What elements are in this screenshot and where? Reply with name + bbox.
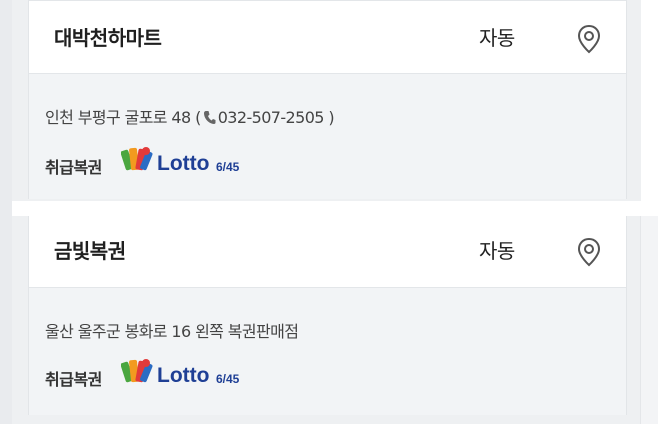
store-card-wrapper: 금빛복권 자동 울산 울주군 봉화로 16 왼쪽 복권판매점 취급복권 Lott… [12,216,641,424]
left-gutter [0,0,12,424]
address-suffix: ) [323,108,335,127]
lottery-type-label: 취급복권 [45,158,102,177]
store-address: 울산 울주군 봉화로 16 왼쪽 복권판매점 [45,322,299,341]
phone-number[interactable]: 032-507-2505 [218,108,325,127]
lottery-type-label: 취급복권 [45,370,102,389]
store-card-body: 울산 울주군 봉화로 16 왼쪽 복권판매점 취급복권 Lotto 6/45 [29,288,626,415]
store-card-header: 대박천하마트 자동 [29,0,626,74]
address-text: 인천 부평구 굴포로 48 ( [45,108,201,127]
store-card-body: 인천 부평구 굴포로 48 ( 032-507-2505 ) 취급복권 Lotto… [29,74,626,199]
purchase-type: 자동 [479,26,515,50]
store-address: 인천 부평구 굴포로 48 ( 032-507-2505 ) [45,104,335,129]
logo-text: Lotto [157,152,209,175]
store-card-wrapper: 대박천하마트 자동 인천 부평구 굴포로 48 ( 032-507-2505 ) … [12,0,641,201]
store-card: 금빛복권 자동 울산 울주군 봉화로 16 왼쪽 복권판매점 취급복권 Lott… [28,216,627,415]
store-card: 대박천하마트 자동 인천 부평구 굴포로 48 ( 032-507-2505 ) … [28,0,627,199]
store-name: 금빛복권 [54,239,126,263]
map-pin-icon[interactable] [576,24,602,54]
store-card-header: 금빛복권 자동 [29,216,626,288]
logo-subtext: 6/45 [216,372,240,386]
purchase-type: 자동 [479,239,515,263]
store-name: 대박천하마트 [54,26,162,50]
lotto-645-logo: Lotto 6/45 [120,358,246,392]
scrollbar-track[interactable] [640,216,658,424]
logo-subtext: 6/45 [216,160,240,174]
lotto-645-logo: Lotto 6/45 [120,146,246,180]
phone-icon [203,110,216,129]
map-pin-icon[interactable] [576,237,602,267]
logo-text: Lotto [157,364,209,387]
